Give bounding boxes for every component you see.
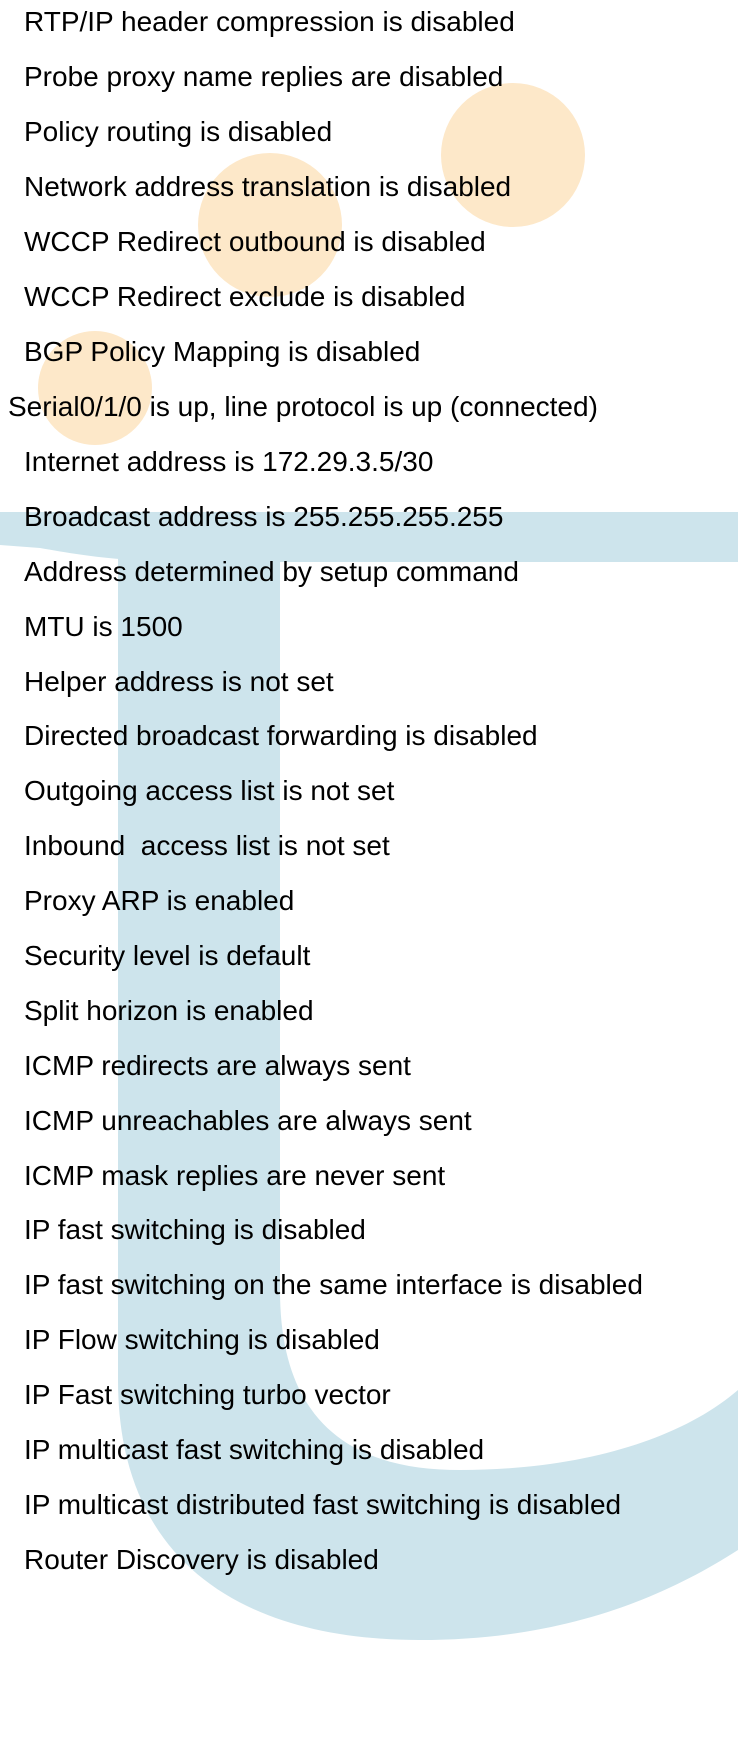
output-line: IP multicast distributed fast switching … bbox=[24, 1489, 622, 1520]
output-line: ICMP mask replies are never sent bbox=[24, 1160, 446, 1191]
output-line: Network address translation is disabled bbox=[24, 171, 512, 202]
output-line: IP Flow switching is disabled bbox=[24, 1324, 380, 1355]
output-line: Directed broadcast forwarding is disable… bbox=[24, 720, 538, 751]
output-line: ICMP unreachables are always sent bbox=[24, 1105, 472, 1136]
output-line: Split horizon is enabled bbox=[24, 995, 314, 1026]
output-line: Broadcast address is 255.255.255.255 bbox=[24, 501, 504, 532]
output-line: Proxy ARP is enabled bbox=[24, 885, 295, 916]
output-line: Security level is default bbox=[24, 940, 311, 971]
output-line: BGP Policy Mapping is disabled bbox=[24, 336, 421, 367]
output-line: WCCP Redirect exclude is disabled bbox=[24, 281, 466, 312]
interface-heading: Serial0/1/0 is up, line protocol is up (… bbox=[8, 391, 598, 422]
output-line: IP fast switching is disabled bbox=[24, 1214, 366, 1245]
output-line: Router Discovery is disabled bbox=[24, 1544, 379, 1575]
output-line: Policy routing is disabled bbox=[24, 116, 333, 147]
output-line: Internet address is 172.29.3.5/30 bbox=[24, 446, 434, 477]
output-line: MTU is 1500 bbox=[24, 611, 183, 642]
output-line: Outgoing access list is not set bbox=[24, 775, 395, 806]
output-line: RTP/IP header compression is disabled bbox=[24, 6, 515, 37]
output-line: Probe proxy name replies are disabled bbox=[24, 61, 504, 92]
output-line: IP Fast switching turbo vector bbox=[24, 1379, 391, 1410]
output-line: Address determined by setup command bbox=[24, 556, 519, 587]
output-line: IP fast switching on the same interface … bbox=[24, 1269, 643, 1300]
output-line: Inbound access list is not set bbox=[24, 830, 390, 861]
output-line: ICMP redirects are always sent bbox=[24, 1050, 411, 1081]
interface-output: RTP/IP header compression is disabled Pr… bbox=[0, 0, 738, 1749]
output-line: WCCP Redirect outbound is disabled bbox=[24, 226, 486, 257]
output-line: IP multicast fast switching is disabled bbox=[24, 1434, 485, 1465]
output-line: Helper address is not set bbox=[24, 666, 334, 697]
